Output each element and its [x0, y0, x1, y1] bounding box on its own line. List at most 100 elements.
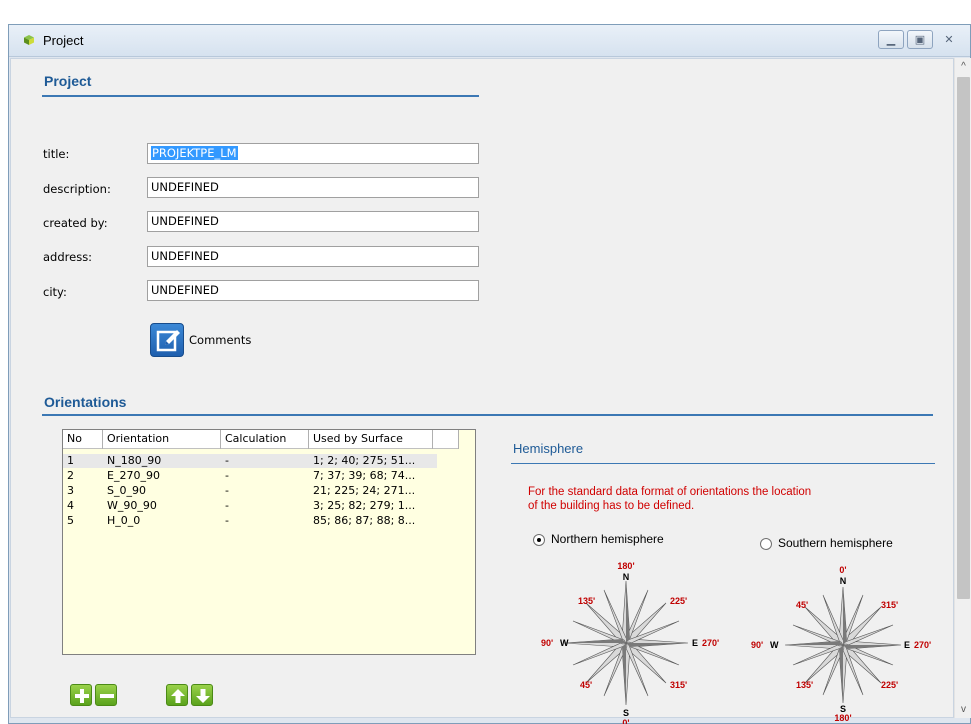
- s-degree: 0': [622, 718, 629, 724]
- cell-orientation: E_270_90: [107, 469, 160, 482]
- table-row[interactable]: 2 E_270_90 - 7; 37; 39; 68; 74...: [63, 469, 437, 483]
- title-bar[interactable]: Project ▁ ▣ ✕: [9, 25, 970, 57]
- southern-hemisphere-label[interactable]: Southern hemisphere: [778, 536, 893, 550]
- move-down-button[interactable]: [191, 684, 213, 706]
- cell-orientation: W_90_90: [107, 499, 157, 512]
- city-label: city:: [43, 285, 67, 299]
- table-row[interactable]: 4 W_90_90 - 3; 25; 82; 279; 1...: [63, 499, 437, 513]
- minus-icon: [100, 694, 114, 698]
- cell-no: 3: [67, 484, 74, 497]
- e-degree: 270': [914, 640, 931, 650]
- southern-hemisphere-radio[interactable]: [760, 538, 772, 550]
- cell-calculation: -: [225, 499, 229, 512]
- cell-no: 5: [67, 514, 74, 527]
- col-calculation[interactable]: Calculation: [221, 430, 309, 449]
- hemisphere-note-line1: For the standard data format of orientat…: [528, 486, 812, 498]
- hemisphere-note: For the standard data format of orientat…: [528, 485, 811, 513]
- hemisphere-note-line2: of the building has to be defined.: [528, 500, 695, 512]
- nw-degree: 135': [578, 596, 595, 606]
- arrow-up-icon: [171, 689, 185, 703]
- scroll-down-icon[interactable]: v: [955, 701, 971, 718]
- cell-no: 2: [67, 469, 74, 482]
- description-label: description:: [43, 182, 111, 196]
- cell-used-by: 7; 37; 39; 68; 74...: [313, 469, 416, 482]
- w-label: W: [770, 640, 779, 650]
- description-field[interactable]: UNDEFINED: [147, 177, 479, 198]
- cell-calculation: -: [225, 514, 229, 527]
- restore-icon: ▣: [914, 34, 926, 46]
- cell-no: 4: [67, 499, 74, 512]
- sw-degree: 135': [796, 680, 813, 690]
- restore-button[interactable]: ▣: [907, 30, 933, 49]
- table-row[interactable]: 1 N_180_90 - 1; 2; 40; 275; 51...: [63, 454, 437, 468]
- e-degree: 270': [702, 638, 719, 648]
- w-label: W: [560, 638, 569, 648]
- minimize-icon: ▁: [886, 34, 896, 46]
- project-cube-icon: [24, 35, 34, 45]
- address-field[interactable]: UNDEFINED: [147, 246, 479, 267]
- project-heading-rule: [42, 95, 479, 97]
- comments-button[interactable]: [150, 323, 184, 357]
- n-degree: 0': [839, 565, 846, 575]
- close-button[interactable]: ✕: [936, 30, 962, 49]
- cell-used-by: 85; 86; 87; 88; 8...: [313, 514, 416, 527]
- hemisphere-heading: Hemisphere: [513, 441, 584, 456]
- table-row[interactable]: 5 H_0_0 - 85; 86; 87; 88; 8...: [63, 514, 437, 528]
- orientations-grid[interactable]: No Orientation Calculation Used by Surfa…: [62, 429, 476, 655]
- n-degree: 180': [617, 561, 634, 571]
- col-orientation[interactable]: Orientation: [103, 430, 221, 449]
- close-icon: ✕: [944, 34, 954, 46]
- northern-hemisphere-radio[interactable]: [533, 534, 545, 546]
- se-degree: 225': [881, 680, 898, 690]
- cell-orientation: S_0_90: [107, 484, 146, 497]
- project-heading: Project: [44, 73, 92, 89]
- ne-degree: 225': [670, 596, 687, 606]
- vertical-scrollbar[interactable]: ^ v: [954, 58, 971, 718]
- comments-label: Comments: [189, 333, 252, 347]
- col-filler: [433, 430, 459, 449]
- col-used-by-surface[interactable]: Used by Surface: [309, 430, 433, 449]
- e-label: E: [904, 640, 910, 650]
- title-value: PROJEKTPE_LM: [151, 146, 238, 160]
- nw-degree: 45': [796, 600, 808, 610]
- cell-orientation: H_0_0: [107, 514, 141, 527]
- grid-header: No Orientation Calculation Used by Surfa…: [63, 430, 459, 449]
- se-degree: 315': [670, 680, 687, 690]
- title-label: title:: [43, 147, 70, 161]
- sw-degree: 45': [580, 680, 592, 690]
- southern-compass-rose-icon: 0' N S 180' 90' W E 270' 45' 315' 135' 2…: [751, 565, 931, 722]
- northern-compass-rose-icon: 180' N S 0' 90' W E 270' 135' 225' 45' 3…: [541, 561, 719, 724]
- move-up-button[interactable]: [166, 684, 188, 706]
- window-title: Project: [43, 33, 84, 48]
- cell-orientation: N_180_90: [107, 454, 162, 467]
- arrow-down-icon: [196, 689, 210, 703]
- table-row[interactable]: 3 S_0_90 - 21; 225; 24; 271...: [63, 484, 437, 498]
- e-label: E: [692, 638, 698, 648]
- col-no[interactable]: No: [63, 430, 103, 449]
- created-by-label: created by:: [43, 216, 108, 230]
- northern-hemisphere-label[interactable]: Northern hemisphere: [551, 532, 664, 546]
- ne-degree: 315': [881, 600, 898, 610]
- plus-icon: [75, 689, 89, 703]
- scroll-up-icon[interactable]: ^: [955, 58, 971, 75]
- remove-orientation-button[interactable]: [95, 684, 117, 706]
- w-degree: 90': [751, 640, 763, 650]
- created-by-field[interactable]: UNDEFINED: [147, 211, 479, 232]
- title-field[interactable]: PROJEKTPE_LM: [147, 143, 479, 164]
- minimize-button[interactable]: ▁: [878, 30, 904, 49]
- edit-note-icon: [156, 330, 180, 352]
- s-degree: 180': [834, 713, 851, 722]
- cell-no: 1: [67, 454, 74, 467]
- orientations-heading: Orientations: [44, 394, 127, 410]
- add-orientation-button[interactable]: [70, 684, 92, 706]
- n-label: N: [840, 576, 847, 586]
- n-label: N: [623, 572, 630, 582]
- address-label: address:: [43, 250, 93, 264]
- cell-calculation: -: [225, 484, 229, 497]
- cell-used-by: 3; 25; 82; 279; 1...: [313, 499, 416, 512]
- s-label: S: [623, 708, 629, 718]
- city-field[interactable]: UNDEFINED: [147, 280, 479, 301]
- w-degree: 90': [541, 638, 553, 648]
- scroll-thumb[interactable]: [957, 77, 970, 599]
- cell-calculation: -: [225, 469, 229, 482]
